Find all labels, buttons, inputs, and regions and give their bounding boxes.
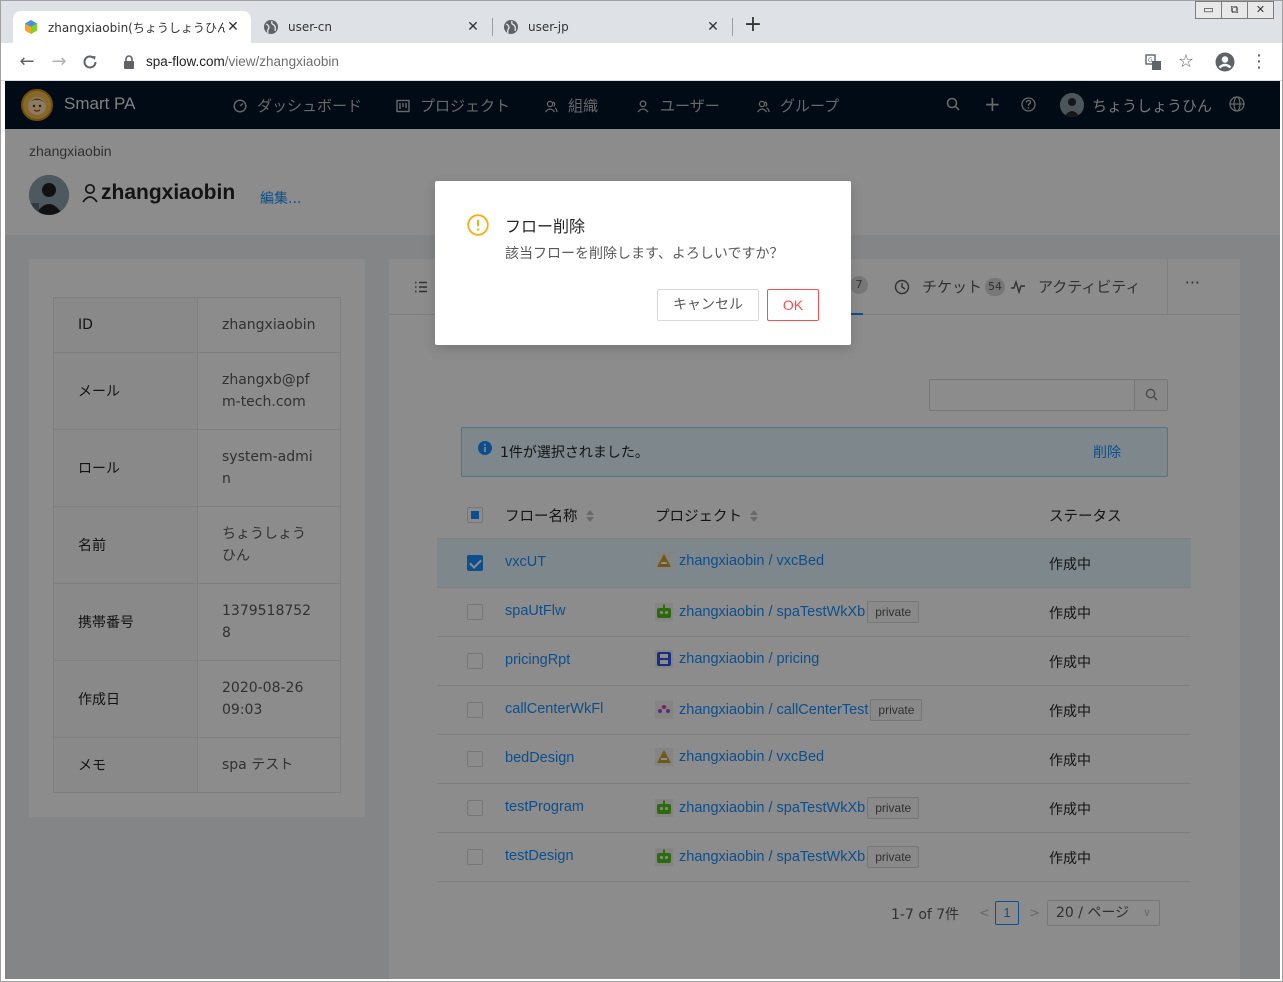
browser-tab-label: user-jp	[528, 20, 569, 34]
close-icon[interactable]: ✕	[705, 19, 721, 35]
lock-icon	[124, 55, 134, 69]
ok-button[interactable]: OK	[767, 289, 819, 321]
browser-tab-label: zhangxiaobin(ちょうしょうひん)	[48, 20, 225, 35]
browser-toolbar: ← → spa-flow.com/view/zhangxiaobin G ☆ ⋮	[1, 43, 1282, 81]
profile-icon[interactable]	[1215, 52, 1235, 72]
dialog-message: 該当フローを削除します、よろしいですか？	[505, 246, 784, 262]
translate-icon[interactable]: G	[1145, 54, 1162, 71]
close-icon[interactable]: ✕	[225, 19, 241, 35]
reload-icon[interactable]	[81, 53, 99, 71]
cancel-button[interactable]: キャンセル	[657, 289, 759, 321]
back-arrow-icon[interactable]: ←	[17, 52, 37, 72]
bookmark-star-icon[interactable]: ☆	[1176, 52, 1196, 72]
browser-tab-user-cn[interactable]: user-cn ✕	[253, 11, 491, 43]
new-tab-button[interactable]: +	[742, 14, 764, 37]
restore-button[interactable]: ⧉	[1221, 1, 1248, 19]
minimize-button[interactable]: ▭	[1195, 1, 1222, 19]
browser-menu-icon[interactable]: ⋮	[1249, 52, 1269, 72]
window-close-button[interactable]: ✕	[1247, 1, 1274, 19]
close-icon[interactable]: ✕	[465, 19, 481, 35]
window-controls: ▭ ⧉ ✕	[1195, 1, 1274, 19]
browser-tab-user-jp[interactable]: user-jp ✕	[493, 11, 731, 43]
url-host: spa-flow.com	[146, 54, 225, 69]
dialog-title: フロー削除	[505, 217, 586, 236]
browser-tabstrip: zhangxiaobin(ちょうしょうひん) ✕ user-cn ✕ user-…	[1, 1, 1282, 43]
forward-arrow-icon[interactable]: →	[49, 52, 69, 72]
tab-separator	[732, 18, 733, 36]
globe-icon	[504, 20, 518, 34]
warning-icon	[467, 214, 489, 236]
confirm-delete-dialog: フロー削除 該当フローを削除します、よろしいですか？ キャンセル OK	[435, 181, 851, 345]
browser-tab-label: user-cn	[288, 20, 332, 34]
address-bar[interactable]: spa-flow.com/view/zhangxiaobin	[146, 54, 339, 69]
app-favicon	[25, 20, 37, 34]
browser-window: zhangxiaobin(ちょうしょうひん) ✕ user-cn ✕ user-…	[0, 0, 1283, 982]
globe-icon	[264, 20, 278, 34]
browser-tab-zhangxiaobin[interactable]: zhangxiaobin(ちょうしょうひん) ✕	[13, 11, 251, 43]
url-path: /view/zhangxiaobin	[224, 54, 339, 69]
svg-text:G: G	[1148, 57, 1153, 64]
